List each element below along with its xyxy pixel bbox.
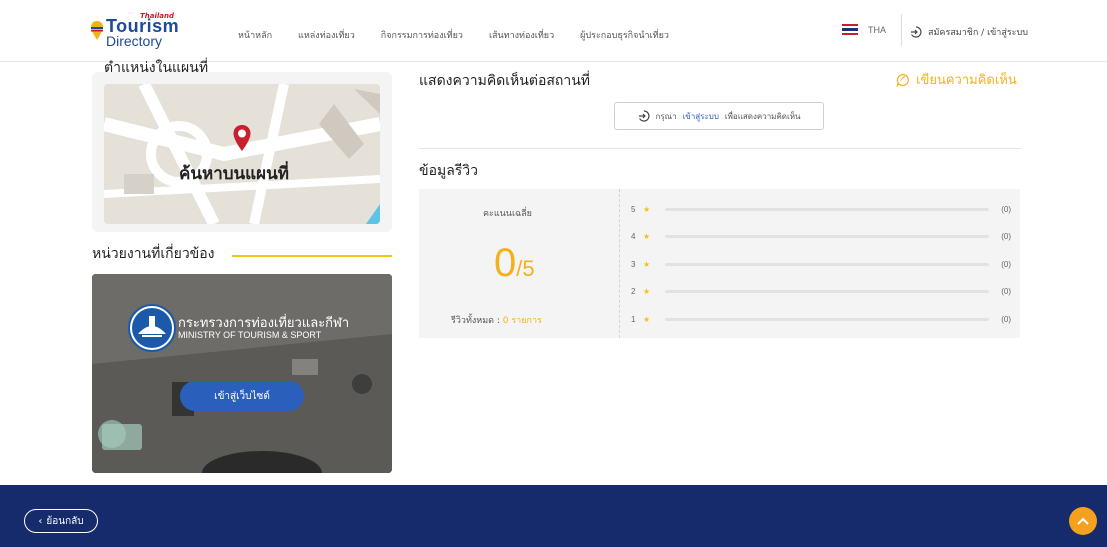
- thai-flag-icon: [842, 24, 858, 35]
- language-label: THA: [868, 24, 886, 35]
- related-agency-title: หน่วยงานที่เกี่ยวข้อง: [92, 246, 215, 262]
- login-prefix: กรุณา: [655, 111, 677, 121]
- write-comment-link[interactable]: เขียนความคิดเห็น: [896, 69, 1017, 90]
- chevron-up-icon: [1077, 517, 1089, 525]
- login-link[interactable]: เข้าสู่ระบบ: [683, 110, 719, 123]
- rating-bar: [664, 289, 990, 293]
- rating-count: (0): [1001, 259, 1011, 269]
- nav-item-attractions[interactable]: แหล่งท่องเที่ยว: [298, 28, 355, 42]
- map-pin-icon: [233, 125, 251, 151]
- language-selector[interactable]: THA: [842, 24, 886, 35]
- rating-bar: [664, 234, 990, 238]
- map-card[interactable]: ค้นหาบนแผนที่: [92, 72, 392, 232]
- rating-count: (0): [1001, 204, 1011, 214]
- rating-bar: [664, 317, 990, 321]
- nav-item-home[interactable]: หน้าหลัก: [238, 28, 272, 42]
- scroll-to-top-button[interactable]: [1069, 507, 1097, 535]
- chevron-left-icon: ‹: [38, 515, 43, 527]
- star-icon: ★: [642, 286, 651, 296]
- write-comment-label: เขียนความคิดเห็น: [916, 73, 1017, 88]
- top-header: Thailand Tourism Directory หน้าหลัก แหล่…: [0, 0, 1107, 62]
- visit-website-button[interactable]: เข้าสู่เว็บไซต์: [180, 381, 304, 411]
- login-register-link[interactable]: สมัครสมาชิก / เข้าสู่ระบบ: [910, 25, 1028, 39]
- star-icon: ★: [642, 231, 651, 241]
- review-summary: คะแนนเฉลี่ย 0/5 รีวิวทั้งหมด : 0 รายการ …: [419, 189, 1020, 338]
- back-label: ย้อนกลับ: [46, 515, 84, 527]
- star-icon: ★: [642, 259, 651, 269]
- login-register-label: สมัครสมาชิก / เข้าสู่ระบบ: [928, 28, 1028, 38]
- map-illustration: [104, 84, 380, 224]
- rating-row-1: 1 ★ (0): [631, 313, 1011, 325]
- map-preview[interactable]: ค้นหาบนแผนที่: [104, 84, 380, 224]
- agency-background-image: [92, 274, 392, 473]
- rating-count: (0): [1001, 231, 1011, 241]
- average-score-max: /5: [516, 256, 535, 281]
- review-separator: [619, 189, 620, 338]
- page-footer: ‹ ย้อนกลับ: [0, 485, 1107, 547]
- rating-stars-number: 4: [631, 231, 636, 241]
- back-button[interactable]: ‹ ย้อนกลับ: [24, 509, 98, 533]
- total-reviews-value: 0 รายการ: [502, 316, 542, 326]
- rating-stars-number: 5: [631, 204, 636, 214]
- header-divider: [901, 14, 902, 46]
- login-icon: [638, 110, 649, 122]
- average-score-value: 0: [494, 241, 517, 285]
- star-icon: ★: [642, 314, 651, 324]
- rating-count: (0): [1001, 286, 1011, 296]
- login-icon: [911, 26, 922, 38]
- rating-stars-number: 2: [631, 286, 636, 296]
- rating-row-3: 3 ★ (0): [631, 258, 1011, 270]
- rating-row-4: 4 ★ (0): [631, 230, 1011, 242]
- rating-bar: [664, 207, 990, 211]
- rating-bar: [664, 262, 990, 266]
- nav-item-routes[interactable]: เส้นทางท่องเที่ยว: [489, 28, 554, 42]
- rating-row-2: 2 ★ (0): [631, 285, 1011, 297]
- ministry-seal-icon: [128, 304, 176, 352]
- tourism-directory-logo[interactable]: Thailand Tourism Directory: [90, 12, 180, 50]
- comment-bubble-icon: [896, 73, 909, 87]
- average-score: 0/5: [494, 241, 535, 286]
- average-score-label: คะแนนเฉลี่ย: [483, 209, 532, 219]
- agency-name-english: MINISTRY OF TOURISM & SPORT: [178, 330, 322, 340]
- review-info-title: ข้อมูลรีวิว: [419, 163, 479, 179]
- rating-stars-number: 1: [631, 314, 636, 324]
- logo-pin-icon: [91, 21, 103, 40]
- rating-stars-number: 3: [631, 259, 636, 269]
- section-divider: [419, 148, 1021, 149]
- login-to-comment-button[interactable]: กรุณา เข้าสู่ระบบ เพื่อแสดงความคิดเห็น: [614, 102, 824, 130]
- agency-card: กระทรวงการท่องเที่ยวและกีฬา MINISTRY OF …: [92, 274, 392, 473]
- nav-item-tour-operators[interactable]: ผู้ประกอบธุรกิจนำเที่ยว: [580, 28, 669, 42]
- total-reviews: รีวิวทั้งหมด : 0 รายการ: [451, 313, 542, 327]
- title-underline: [232, 255, 392, 257]
- search-on-map-label: ค้นหาบนแผนที่: [179, 164, 289, 184]
- total-reviews-label: รีวิวทั้งหมด :: [451, 316, 500, 326]
- rating-count: (0): [1001, 314, 1011, 324]
- comments-title: แสดงความคิดเห็นต่อสถานที่: [419, 73, 591, 89]
- rating-row-5: 5 ★ (0): [631, 203, 1011, 215]
- login-suffix: เพื่อแสดงความคิดเห็น: [724, 111, 801, 121]
- main-nav: หน้าหลัก แหล่งท่องเที่ยว กิจกรรมการท่องเ…: [238, 28, 695, 42]
- star-icon: ★: [642, 204, 651, 214]
- nav-item-activities[interactable]: กิจกรรมการท่องเที่ยว: [381, 28, 463, 42]
- logo-line2: Directory: [106, 33, 163, 49]
